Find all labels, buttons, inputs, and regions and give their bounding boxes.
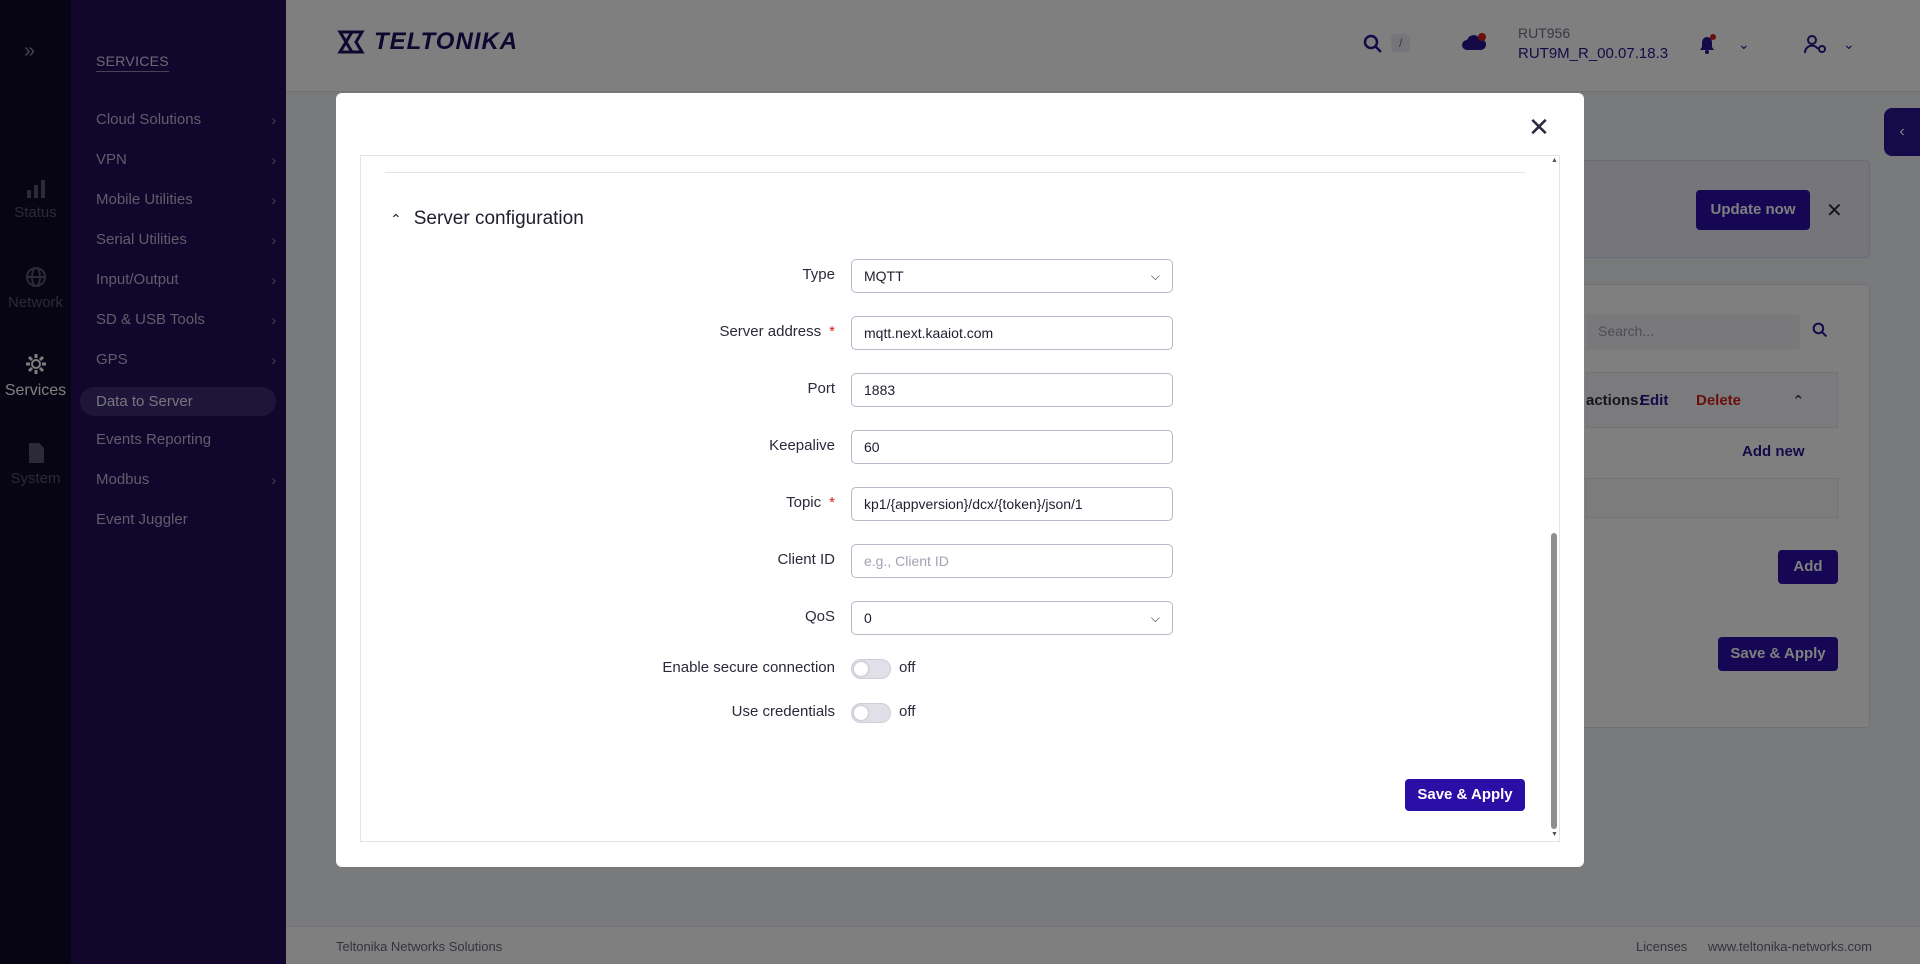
secure-connection-state: off (899, 659, 916, 676)
type-label: Type (802, 266, 835, 283)
chevron-down-icon: ⌵ (1150, 269, 1160, 283)
section-title: Server configuration (413, 208, 584, 229)
type-select[interactable]: MQTT ⌵ (851, 259, 1173, 293)
topic-input[interactable] (851, 487, 1173, 521)
server-address-label: Server address * (719, 323, 835, 340)
modal-close-icon[interactable]: ✕ (1524, 112, 1554, 142)
keepalive-input[interactable] (851, 430, 1173, 464)
section-divider (385, 172, 1525, 173)
save-apply-button[interactable]: Save & Apply (1405, 779, 1525, 811)
use-credentials-toggle[interactable] (851, 703, 891, 723)
secure-connection-label: Enable secure connection (662, 659, 835, 676)
topic-label: Topic * (786, 494, 835, 511)
scroll-down-arrow[interactable]: ▼ (1551, 831, 1558, 838)
chevron-up-icon: ⌃ (390, 210, 402, 227)
qos-select[interactable]: 0 ⌵ (851, 601, 1173, 635)
client-id-input[interactable] (851, 544, 1173, 578)
client-id-label: Client ID (777, 551, 835, 568)
secure-connection-toggle[interactable] (851, 659, 891, 679)
section-header-server-configuration[interactable]: ⌃ Server configuration (390, 208, 584, 230)
port-input[interactable] (851, 373, 1173, 407)
scrollbar-thumb[interactable] (1551, 533, 1557, 829)
port-label: Port (807, 380, 835, 397)
use-credentials-label: Use credentials (731, 703, 835, 720)
chevron-down-icon: ⌵ (1150, 611, 1160, 625)
qos-label: QoS (804, 608, 835, 625)
use-credentials-state: off (899, 703, 916, 720)
server-address-input[interactable] (851, 316, 1173, 350)
scroll-up-arrow[interactable]: ▲ (1551, 157, 1558, 164)
keepalive-label: Keepalive (769, 437, 835, 454)
